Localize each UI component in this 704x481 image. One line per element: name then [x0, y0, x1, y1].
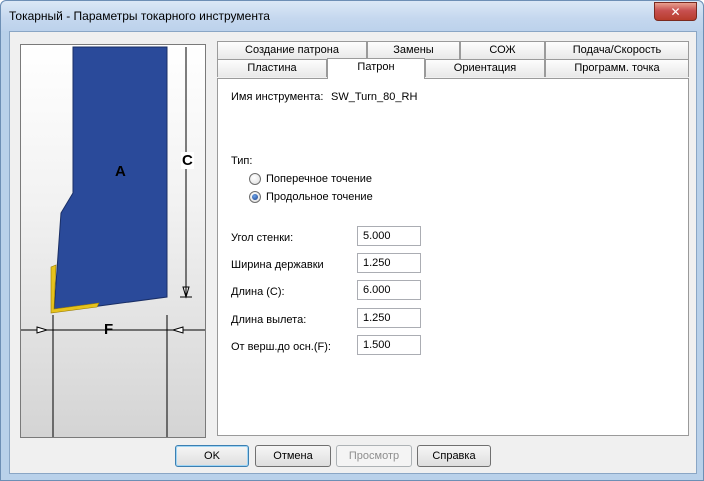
radio-label: Продольное точение — [266, 191, 373, 203]
tab-feed-speed[interactable]: Подача/Скорость — [545, 41, 689, 59]
radio-button[interactable] — [249, 173, 261, 185]
tab-program-point[interactable]: Программ. точка — [545, 59, 689, 77]
tool-holder-shape — [53, 46, 168, 313]
param-label-holder-width: Ширина державки — [231, 259, 324, 271]
dialog-client-area: A C F Создание патрона Замены СОЖ Подача… — [9, 31, 697, 474]
dialog-window: Токарный - Параметры токарного инструмен… — [0, 0, 704, 481]
window-title: Токарный - Параметры токарного инструмен… — [9, 9, 270, 23]
tab-replacements[interactable]: Замены — [367, 41, 460, 59]
wall-angle-field[interactable] — [357, 226, 421, 246]
close-button[interactable]: ✕ — [654, 2, 697, 21]
tab-orientation[interactable]: Ориентация — [425, 59, 545, 77]
tip-to-base-field[interactable] — [357, 335, 421, 355]
tab-coolant[interactable]: СОЖ — [460, 41, 545, 59]
tool-name-label: Имя инструмента: — [231, 91, 324, 103]
radio-label: Поперечное точение — [266, 173, 373, 185]
radio-button-checked[interactable] — [249, 191, 261, 203]
preview-label-f: F — [104, 321, 114, 338]
radio-turning[interactable]: Продольное точение — [249, 191, 373, 203]
type-group-label: Тип: — [231, 155, 253, 167]
preview-label-c: C — [181, 152, 194, 169]
tool-preview-drawing — [21, 46, 205, 437]
tool-preview-panel: A C F — [20, 44, 206, 438]
holder-width-field[interactable] — [357, 253, 421, 273]
tab-holder-creation[interactable]: Создание патрона — [217, 41, 367, 59]
cancel-button[interactable]: Отмена — [255, 445, 331, 467]
tab-strip: Создание патрона Замены СОЖ Подача/Скоро… — [217, 41, 689, 79]
param-label-overhang: Длина вылета: — [231, 314, 307, 326]
param-label-tip-to-base: От верш.до осн.(F): — [231, 341, 331, 353]
tab-insert[interactable]: Пластина — [217, 59, 327, 77]
ok-button[interactable]: OK — [175, 445, 249, 467]
overhang-field[interactable] — [357, 308, 421, 328]
help-button[interactable]: Справка — [417, 445, 491, 467]
close-icon: ✕ — [670, 4, 681, 19]
holder-tab-panel: Имя инструмента: SW_Turn_80_RH Тип: Попе… — [217, 78, 689, 436]
tab-holder[interactable]: Патрон — [327, 58, 425, 79]
radio-facing[interactable]: Поперечное точение — [249, 173, 372, 185]
param-label-length-c: Длина (C): — [231, 286, 285, 298]
tool-name-value: SW_Turn_80_RH — [331, 91, 418, 103]
preview-button: Просмотр — [336, 445, 412, 467]
title-bar[interactable]: Токарный - Параметры токарного инструмен… — [1, 1, 703, 31]
preview-label-a: A — [115, 163, 126, 180]
param-label-wall-angle: Угол стенки: — [231, 232, 294, 244]
length-c-field[interactable] — [357, 280, 421, 300]
